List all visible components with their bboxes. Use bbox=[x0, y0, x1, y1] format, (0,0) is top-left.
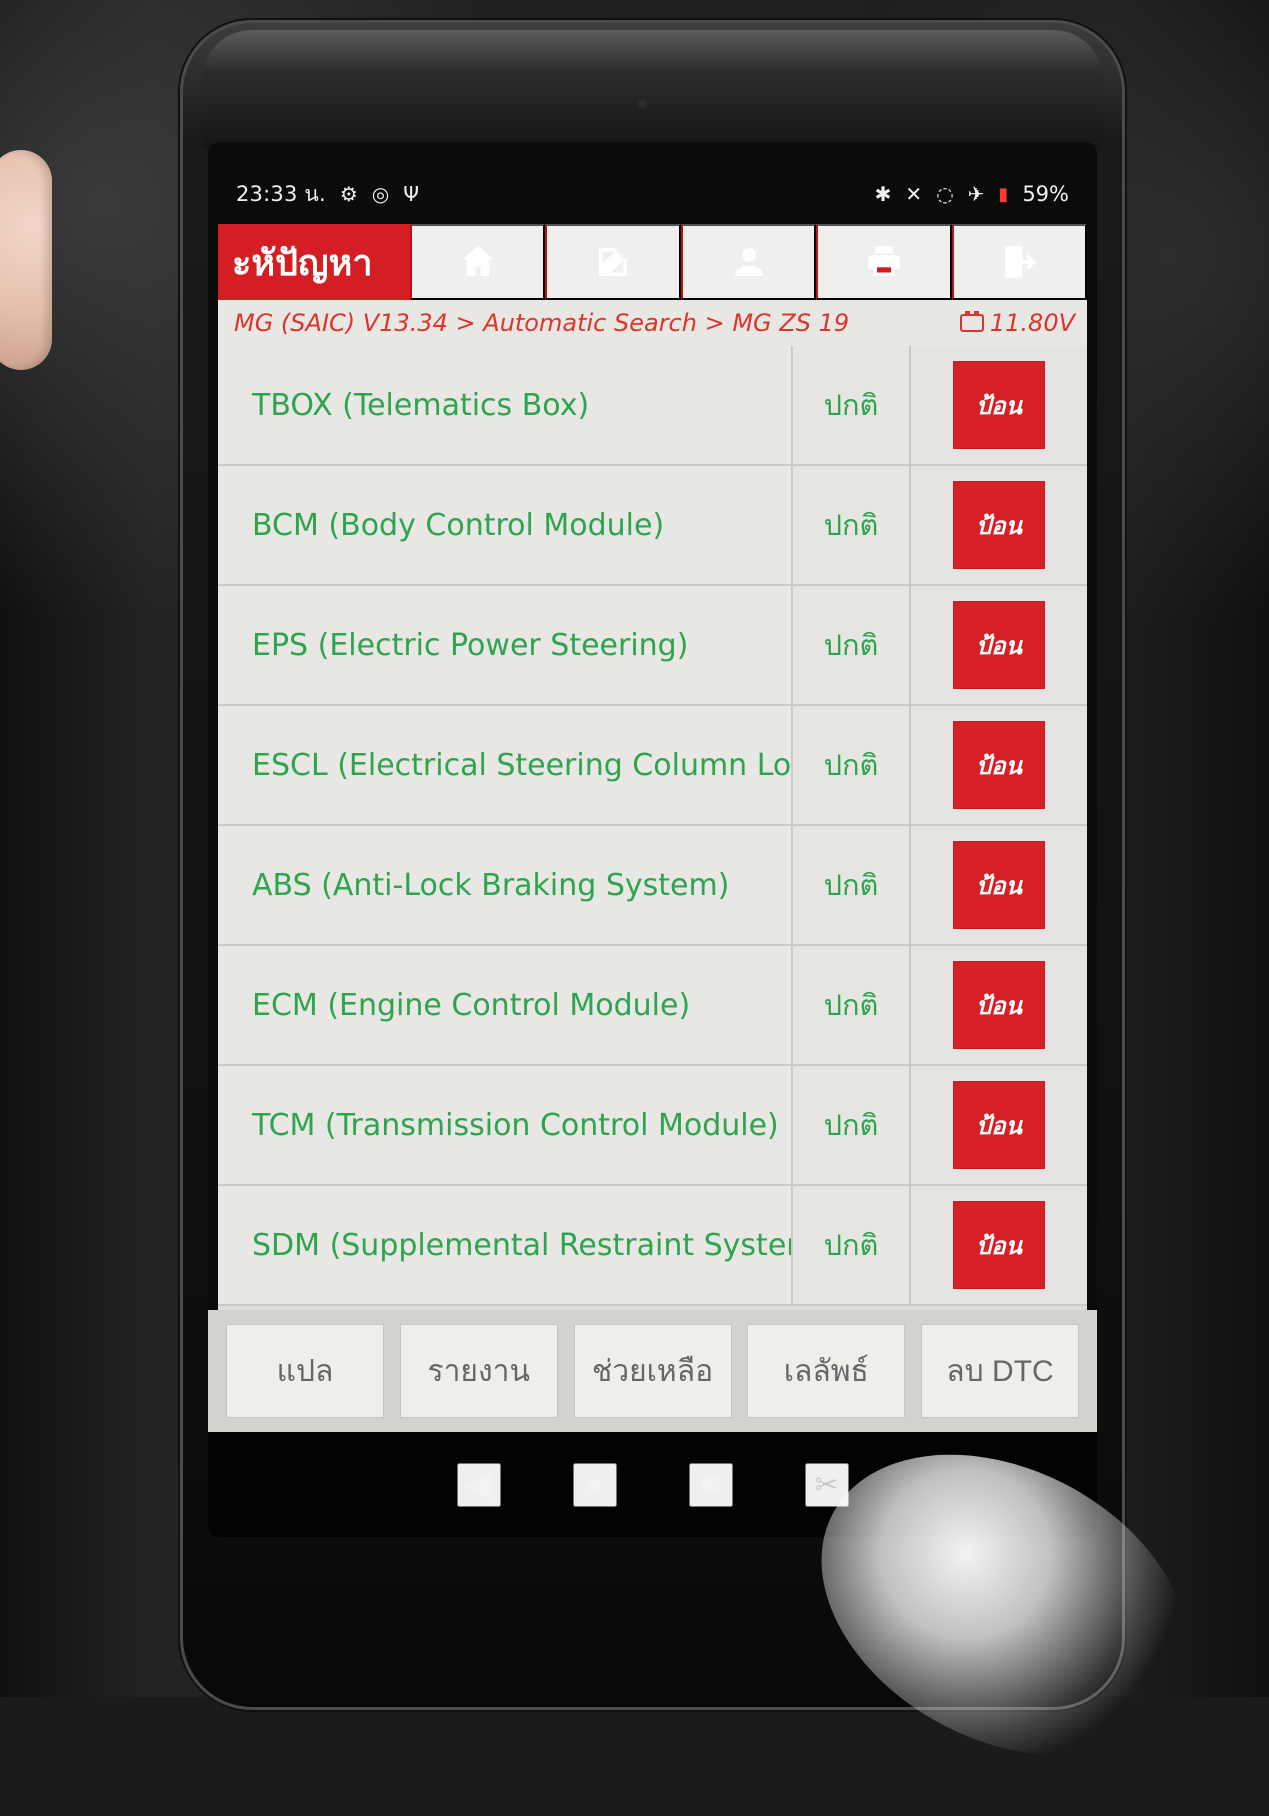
module-status: ปกติ bbox=[793, 706, 911, 824]
module-name: SDM (Supplemental Restraint System) bbox=[218, 1186, 793, 1304]
breadcrumb: MG (SAIC) V13.34 > Automatic Search > MG… bbox=[218, 300, 1087, 346]
module-name: ECM (Engine Control Module) bbox=[218, 946, 793, 1064]
module-status: ปกติ bbox=[793, 346, 911, 464]
help-button[interactable]: ช่วยเหลือ bbox=[573, 1324, 732, 1418]
module-row: ABS (Anti-Lock Braking System) ปกติ ป้อน bbox=[218, 826, 1087, 946]
module-action-cell: ป้อน bbox=[911, 946, 1087, 1064]
bluetooth-icon: ✱ bbox=[874, 182, 892, 206]
battery-voltage-icon bbox=[959, 311, 984, 332]
enter-button[interactable]: ป้อน bbox=[953, 481, 1045, 569]
page-title: ะหัปัญหา bbox=[232, 242, 373, 284]
module-status: ปกติ bbox=[793, 826, 911, 944]
clear-dtc-button[interactable]: ลบ DTC bbox=[921, 1324, 1079, 1418]
module-row: ECM (Engine Control Module) ปกติ ป้อน bbox=[218, 946, 1087, 1066]
front-camera bbox=[638, 100, 646, 108]
android-nav-bar: ◀ ● ■ ✂ bbox=[208, 1432, 1097, 1537]
module-action-cell: ป้อน bbox=[911, 586, 1087, 704]
module-action-cell: ป้อน bbox=[911, 706, 1087, 824]
print-button[interactable] bbox=[816, 224, 952, 300]
module-row: TCM (Transmission Control Module) ปกติ ป… bbox=[218, 1066, 1087, 1186]
gear-icon: ⚙ bbox=[339, 182, 358, 206]
screenshot-icon: ✂ bbox=[814, 1469, 839, 1500]
recents-icon: ■ bbox=[700, 1465, 721, 1503]
exit-button[interactable] bbox=[951, 224, 1088, 300]
device-bezel bbox=[202, 30, 1103, 150]
enter-button[interactable]: ป้อน bbox=[953, 841, 1045, 929]
screenshot-button[interactable]: ✂ bbox=[804, 1462, 849, 1507]
recents-button[interactable]: ■ bbox=[688, 1462, 733, 1507]
module-action-cell: ป้อน bbox=[911, 826, 1087, 944]
print-icon bbox=[868, 246, 900, 276]
module-name: BCM (Body Control Module) bbox=[218, 466, 793, 584]
voltage-value: 11.80V bbox=[989, 309, 1075, 337]
battery-percent: 59% bbox=[1022, 182, 1069, 206]
module-status: ปกติ bbox=[793, 466, 911, 584]
enter-button[interactable]: ป้อน bbox=[953, 1201, 1045, 1289]
bluetooth-scan-icon: ◎ bbox=[371, 182, 390, 206]
edit-button[interactable] bbox=[545, 224, 681, 300]
report-button[interactable]: รายงาน bbox=[399, 1324, 558, 1418]
enter-button[interactable]: ป้อน bbox=[953, 721, 1045, 809]
module-status: ปกติ bbox=[793, 1186, 911, 1304]
enter-button[interactable]: ป้อน bbox=[953, 961, 1045, 1049]
module-status: ปกติ bbox=[793, 586, 911, 704]
footer-actions: แปล รายงาน ช่วยเหลือ เลลัพธ์ ลบ DTC bbox=[208, 1310, 1097, 1432]
home-icon bbox=[461, 246, 494, 276]
module-name: TCM (Transmission Control Module) bbox=[218, 1066, 793, 1184]
results-button[interactable]: เลลัพธ์ bbox=[747, 1324, 906, 1418]
enter-button[interactable]: ป้อน bbox=[953, 1081, 1045, 1169]
module-action-cell: ป้อน bbox=[911, 1066, 1087, 1184]
battery-icon: ▮ bbox=[998, 183, 1009, 205]
usb-icon: Ψ bbox=[403, 182, 419, 206]
exit-icon bbox=[1005, 246, 1037, 278]
module-action-cell: ป้อน bbox=[911, 1186, 1087, 1304]
module-status: ปกติ bbox=[793, 1066, 911, 1184]
module-name: ABS (Anti-Lock Braking System) bbox=[218, 826, 793, 944]
enter-button[interactable]: ป้อน bbox=[953, 601, 1045, 689]
module-name: EPS (Electric Power Steering) bbox=[218, 586, 793, 704]
device-screen: 23:33 น. ⚙ ◎ Ψ ✱ ✕ ◌ ✈ ▮ 59% ะหัปัญหา MG… bbox=[208, 142, 1097, 1537]
airplane-mode-icon: ✈ bbox=[967, 182, 985, 206]
enter-button[interactable]: ป้อน bbox=[953, 361, 1045, 449]
module-row: BCM (Body Control Module) ปกติ ป้อน bbox=[218, 466, 1087, 586]
user-icon bbox=[734, 248, 763, 276]
back-button[interactable]: ◀ bbox=[456, 1462, 501, 1507]
home-icon: ● bbox=[584, 1465, 605, 1503]
back-icon: ◀ bbox=[465, 1465, 492, 1504]
thumb bbox=[0, 150, 52, 370]
module-list: TBOX (Telematics Box) ปกติ ป้อน BCM (Bod… bbox=[218, 346, 1087, 1310]
user-button[interactable] bbox=[680, 224, 817, 300]
module-row: EPS (Electric Power Steering) ปกติ ป้อน bbox=[218, 586, 1087, 706]
module-name: TBOX (Telematics Box) bbox=[218, 346, 793, 464]
home-button[interactable] bbox=[410, 224, 546, 300]
module-status: ปกติ bbox=[793, 946, 911, 1064]
breadcrumb-path: MG (SAIC) V13.34 > Automatic Search > MG… bbox=[234, 309, 850, 337]
edit-icon bbox=[599, 248, 628, 276]
tablet-device: 23:33 น. ⚙ ◎ Ψ ✱ ✕ ◌ ✈ ▮ 59% ะหัปัญหา MG… bbox=[180, 20, 1125, 1710]
home-nav-button[interactable]: ● bbox=[572, 1462, 617, 1507]
module-action-cell: ป้อน bbox=[911, 346, 1087, 464]
mute-icon: ✕ bbox=[905, 182, 923, 206]
status-right: ✱ ✕ ◌ ✈ ▮ 59% bbox=[875, 182, 1069, 206]
status-bar: 23:33 น. ⚙ ◎ Ψ ✱ ✕ ◌ ✈ ▮ 59% bbox=[208, 174, 1097, 214]
status-left: 23:33 น. ⚙ ◎ Ψ bbox=[236, 178, 419, 211]
module-row: SDM (Supplemental Restraint System) ปกติ… bbox=[218, 1186, 1087, 1306]
wifi-icon: ◌ bbox=[936, 182, 954, 206]
voltage-indicator: 11.80V bbox=[959, 309, 1075, 337]
translate-button[interactable]: แปล bbox=[226, 1324, 384, 1418]
app-bar: ะหัปัญหา bbox=[218, 224, 1088, 300]
module-row: ESCL (Electrical Steering Column Lock) ป… bbox=[218, 706, 1087, 826]
module-name: ESCL (Electrical Steering Column Lock) bbox=[218, 706, 793, 824]
module-action-cell: ป้อน bbox=[911, 466, 1087, 584]
toolbar bbox=[410, 224, 1088, 300]
status-time: 23:33 น. bbox=[236, 181, 326, 206]
module-row: TBOX (Telematics Box) ปกติ ป้อน bbox=[218, 346, 1087, 466]
